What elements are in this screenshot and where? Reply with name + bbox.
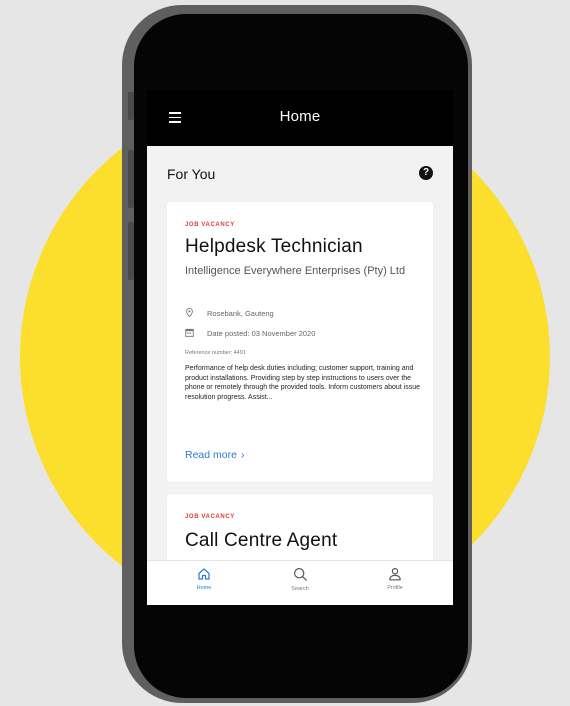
main-content[interactable]: For You ? JOB VACANCY Helpdesk Technicia…	[147, 146, 453, 560]
nav-label-profile: Profile	[387, 585, 403, 591]
nav-item-search[interactable]: Search	[275, 567, 325, 603]
read-more-link[interactable]: Read more ›	[185, 449, 244, 461]
job-tag: JOB VACANCY	[185, 222, 235, 228]
search-icon	[293, 567, 307, 582]
chevron-right-icon: ›	[240, 449, 245, 461]
job-card[interactable]: JOB VACANCY Call Centre Agent	[167, 494, 433, 560]
profile-icon	[389, 567, 401, 581]
section-title: For You	[167, 166, 216, 182]
calendar-icon	[185, 328, 194, 337]
nav-item-home[interactable]: Home	[179, 567, 229, 603]
app-screen: Home For You ? JOB VACANCY Helpdesk Tech…	[147, 90, 453, 605]
job-card[interactable]: JOB VACANCY Helpdesk Technician Intellig…	[167, 202, 433, 482]
job-tag: JOB VACANCY	[185, 514, 235, 520]
job-location: Rosebank, Gauteng	[207, 309, 274, 318]
nav-label-search: Search	[291, 586, 309, 592]
job-reference: Reference number: 4491	[185, 350, 246, 356]
job-title: Helpdesk Technician	[185, 236, 363, 257]
nav-item-profile[interactable]: Profile	[370, 567, 420, 603]
job-description: Performance of help desk duties includin…	[185, 365, 421, 401]
nav-label-home: Home	[196, 585, 212, 591]
job-date-posted: Date posted: 03 November 2020	[207, 329, 316, 338]
help-icon[interactable]: ?	[419, 166, 433, 180]
read-more-label: Read more	[185, 449, 237, 461]
bottom-navigation: Home Search Profile	[147, 560, 453, 605]
page-title: Home	[279, 108, 321, 125]
job-company: Intelligence Everywhere Enterprises (Pty…	[185, 265, 406, 277]
app-bar: Home	[147, 90, 453, 146]
location-pin-icon	[186, 308, 193, 317]
job-title: Call Centre Agent	[185, 530, 338, 551]
home-icon	[198, 568, 210, 580]
